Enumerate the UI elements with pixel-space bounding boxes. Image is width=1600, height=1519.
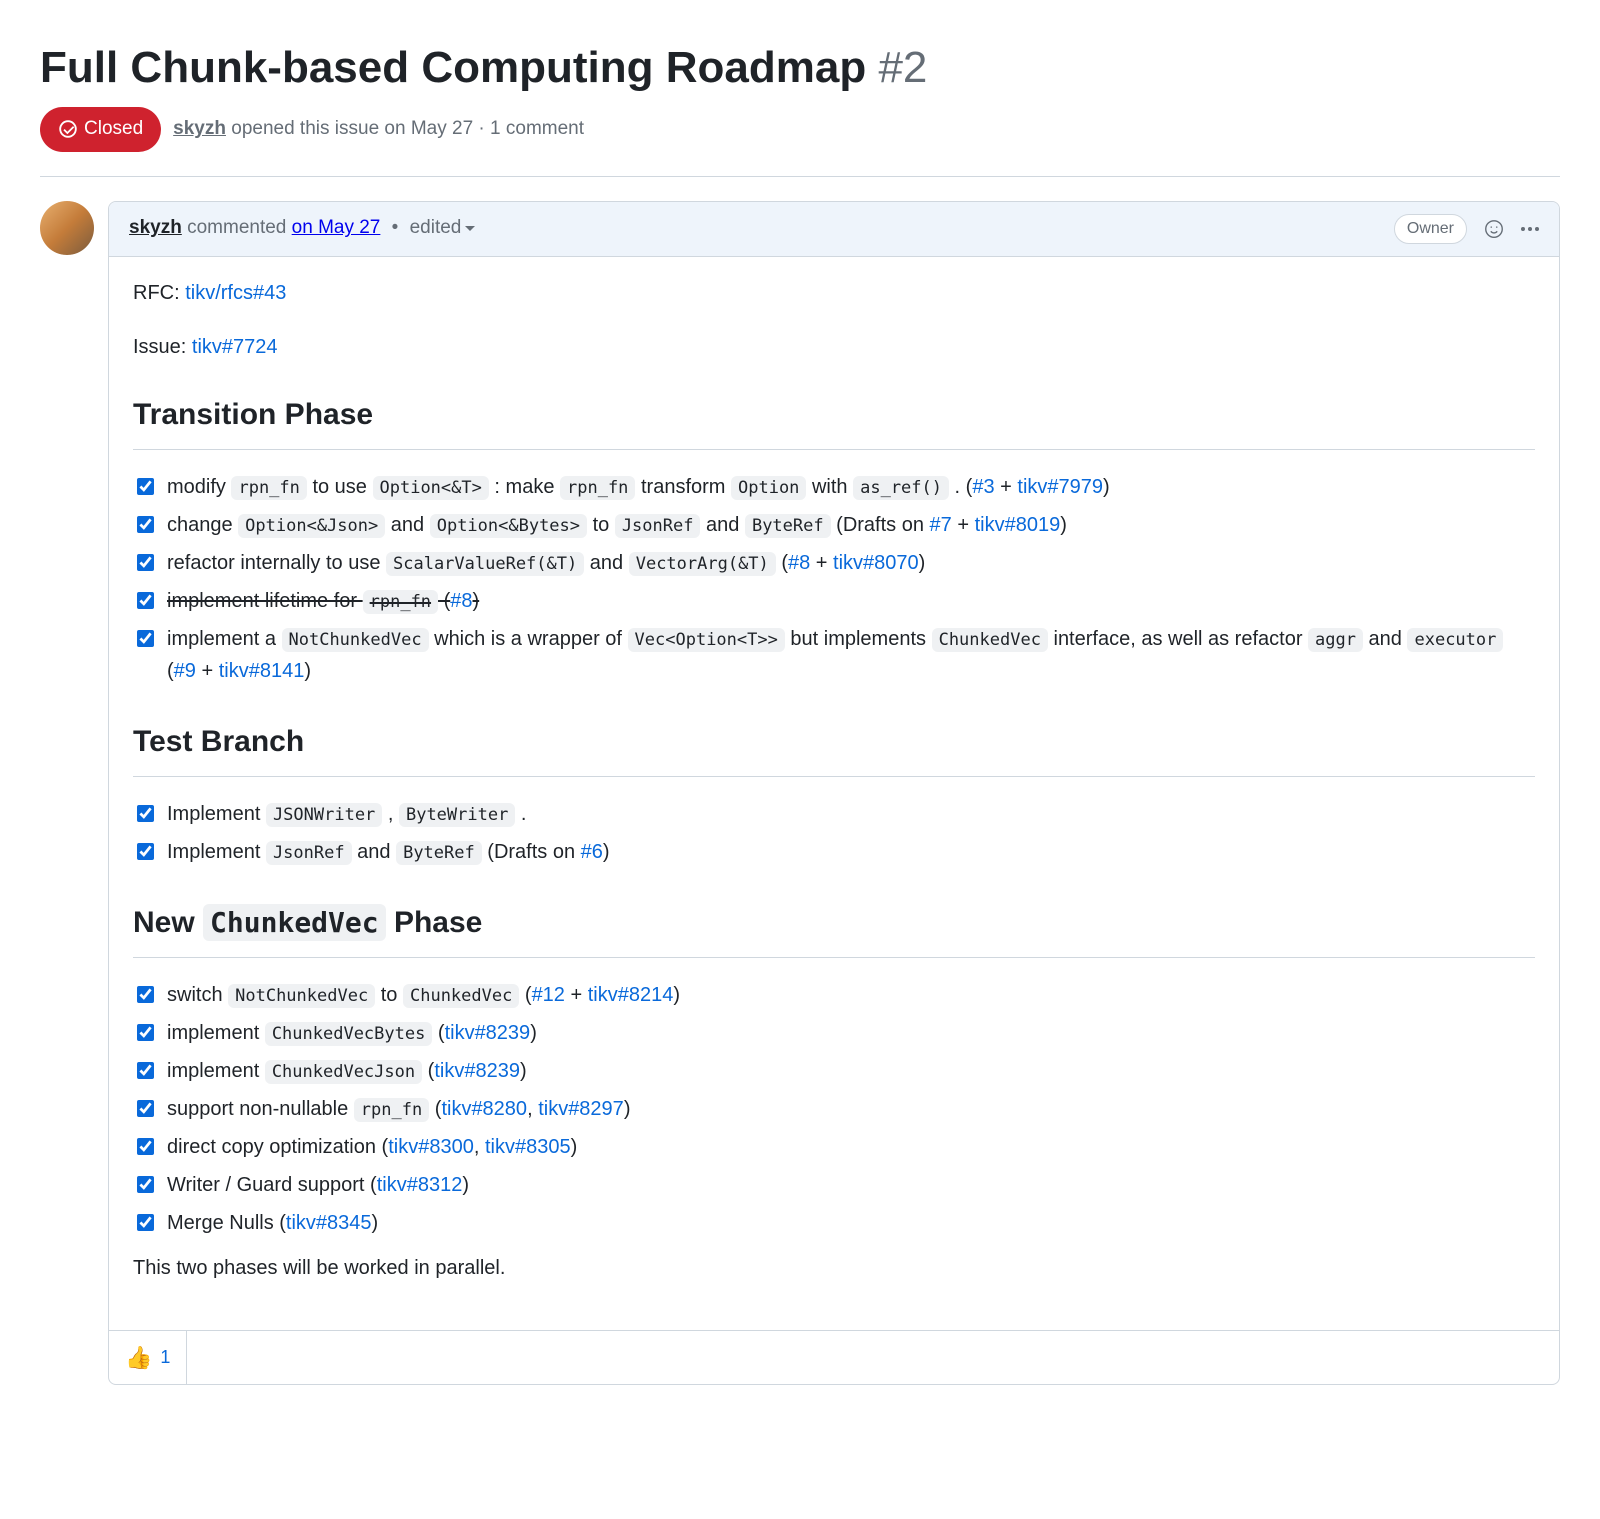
task-checkbox[interactable] <box>137 1176 154 1193</box>
closed-icon <box>58 119 78 139</box>
issue-ref-link[interactable]: tikv#8280 <box>441 1098 527 1120</box>
task-checkbox[interactable] <box>137 1100 154 1117</box>
issue-ref-link[interactable]: tikv#8300 <box>388 1136 474 1158</box>
task-item: modify rpn_fn to use Option<&T> : make r… <box>133 468 1535 506</box>
rfc-link[interactable]: tikv/rfcs#43 <box>185 282 286 304</box>
footer-note: This two phases will be worked in parall… <box>133 1252 1535 1284</box>
task-checkbox[interactable] <box>137 516 154 533</box>
edited-dropdown[interactable]: edited <box>410 217 476 238</box>
comment-author-link[interactable]: skyzh <box>129 217 182 238</box>
issue-author-link[interactable]: skyzh <box>173 118 226 139</box>
task-checkbox[interactable] <box>137 554 154 571</box>
task-checkbox[interactable] <box>137 1138 154 1155</box>
issue-title: Full Chunk-based Computing Roadmap #2 <box>40 40 1560 95</box>
add-reaction-button[interactable] <box>1483 218 1505 240</box>
task-item: Implement JSONWriter , ByteWriter . <box>133 795 1535 833</box>
issue-link[interactable]: tikv#7724 <box>192 336 278 358</box>
issue-ref-link[interactable]: tikv#8141 <box>219 660 305 682</box>
issue-ref-link[interactable]: tikv#8070 <box>833 552 919 574</box>
task-checkbox[interactable] <box>137 986 154 1003</box>
issue-meta-row: Closed skyzh opened this issue on May 27… <box>40 107 1560 177</box>
issue-ref-link[interactable]: #7 <box>930 514 952 536</box>
task-checkbox[interactable] <box>137 478 154 495</box>
issue-title-text: Full Chunk-based Computing Roadmap <box>40 43 866 92</box>
task-item: direct copy optimization (tikv#8300, tik… <box>133 1128 1535 1166</box>
chevron-down-icon <box>465 226 475 236</box>
issue-ref-link[interactable]: tikv#8019 <box>975 514 1061 536</box>
task-item: Writer / Guard support (tikv#8312) <box>133 1166 1535 1204</box>
issue-number: #2 <box>878 43 927 92</box>
issue-ref-link[interactable]: #12 <box>532 984 565 1006</box>
task-checkbox[interactable] <box>137 843 154 860</box>
thumbs-up-icon: 👍 <box>125 1341 152 1374</box>
state-label: Closed <box>84 115 143 144</box>
issue-ref-link[interactable]: tikv#8345 <box>286 1212 372 1234</box>
task-list-test: Implement JSONWriter , ByteWriter . Impl… <box>133 795 1535 871</box>
issue-ref-link[interactable]: #9 <box>174 660 196 682</box>
comment-body: RFC: tikv/rfcs#43 Issue: tikv#7724 Trans… <box>109 257 1559 1330</box>
owner-label: Owner <box>1394 214 1467 244</box>
task-checkbox[interactable] <box>137 1024 154 1041</box>
task-checkbox[interactable] <box>137 805 154 822</box>
comment-box: skyzh commented on May 27 • edited Owner… <box>108 201 1560 1385</box>
reactions-bar: 👍 1 <box>109 1330 1559 1384</box>
comment-header: skyzh commented on May 27 • edited Owner <box>109 202 1559 257</box>
task-checkbox[interactable] <box>137 592 154 609</box>
thumbs-up-reaction[interactable]: 👍 1 <box>109 1331 187 1384</box>
task-item: Implement JsonRef and ByteRef (Drafts on… <box>133 833 1535 871</box>
issue-ref-link[interactable]: tikv#8305 <box>485 1136 571 1158</box>
comment-menu-button[interactable] <box>1521 227 1539 231</box>
task-item: switch NotChunkedVec to ChunkedVec (#12 … <box>133 976 1535 1014</box>
task-item: Merge Nulls (tikv#8345) <box>133 1204 1535 1242</box>
task-item: implement ChunkedVecJson (tikv#8239) <box>133 1052 1535 1090</box>
issue-subheader: skyzh opened this issue on May 27 · 1 co… <box>173 115 584 144</box>
issue-ref-link[interactable]: tikv#7979 <box>1017 476 1103 498</box>
comment-date-link[interactable]: on May 27 <box>292 217 381 238</box>
issue-ref-link[interactable]: #8 <box>788 552 810 574</box>
task-checkbox[interactable] <box>137 630 154 647</box>
avatar[interactable] <box>40 201 94 255</box>
issue-ref-link[interactable]: #6 <box>581 841 603 863</box>
state-badge-closed: Closed <box>40 107 161 152</box>
reaction-count: 1 <box>160 1344 170 1371</box>
heading-transition: Transition Phase <box>133 391 1535 450</box>
task-checkbox[interactable] <box>137 1062 154 1079</box>
task-list-new: switch NotChunkedVec to ChunkedVec (#12 … <box>133 976 1535 1242</box>
task-item: support non-nullable rpn_fn (tikv#8280, … <box>133 1090 1535 1128</box>
issue-ref-link[interactable]: tikv#8239 <box>445 1022 531 1044</box>
task-item: implement ChunkedVecBytes (tikv#8239) <box>133 1014 1535 1052</box>
issue-ref-link[interactable]: #3 <box>972 476 994 498</box>
task-item: refactor internally to use ScalarValueRe… <box>133 544 1535 582</box>
issue-ref-link[interactable]: #8 <box>450 590 472 612</box>
issue-ref-link[interactable]: tikv#8214 <box>588 984 674 1006</box>
task-item: implement a NotChunkedVec which is a wra… <box>133 620 1535 690</box>
smiley-icon <box>1483 218 1505 240</box>
heading-test: Test Branch <box>133 718 1535 777</box>
issue-ref-link[interactable]: tikv#8312 <box>377 1174 463 1196</box>
issue-ref-link[interactable]: tikv#8297 <box>538 1098 624 1120</box>
task-item: change Option<&Json> and Option<&Bytes> … <box>133 506 1535 544</box>
heading-new-chunkedvec: New ChunkedVec Phase <box>133 899 1535 958</box>
task-checkbox[interactable] <box>137 1214 154 1231</box>
task-list-transition: modify rpn_fn to use Option<&T> : make r… <box>133 468 1535 690</box>
task-item: implement lifetime for rpn_fn (#8) <box>133 582 1535 620</box>
issue-ref-link[interactable]: tikv#8239 <box>434 1060 520 1082</box>
